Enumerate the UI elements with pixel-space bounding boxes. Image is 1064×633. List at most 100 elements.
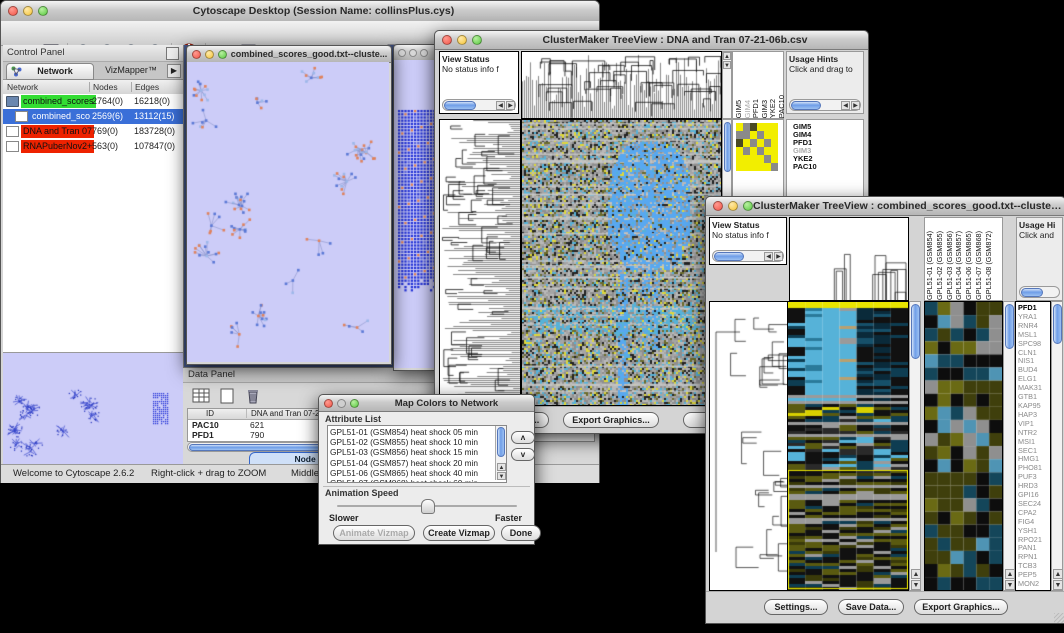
resize-grip[interactable] (1054, 613, 1064, 623)
col-network[interactable]: Network (7, 82, 38, 92)
scroll-down-arrow[interactable]: ▼ (723, 61, 731, 69)
minimize-button[interactable] (337, 399, 346, 408)
scroll-left-arrow[interactable]: ◀ (841, 101, 850, 110)
attribute-list-item[interactable]: GPL51-03 (GSM856) heat shock 15 min (330, 447, 504, 457)
id-column-header[interactable]: ID (206, 409, 214, 418)
zoom-heatmap[interactable] (736, 123, 778, 171)
heatmap-cell[interactable] (771, 155, 778, 163)
scroll-up-arrow[interactable]: ▲ (1005, 569, 1015, 579)
heatmap-column-label[interactable]: GPL51-01 (GSM854) (926, 231, 933, 300)
row-dendrogram-panel[interactable] (709, 301, 789, 591)
heatmap-column-label[interactable]: PFD1 (752, 99, 760, 118)
col-edges[interactable]: Edges (131, 82, 159, 92)
zoom-button[interactable] (350, 399, 359, 408)
scrollbar-thumb[interactable] (714, 252, 744, 261)
heatmap-column-label[interactable]: GPL51-04 (GSM857) (955, 231, 962, 300)
heatmap-cell[interactable] (736, 155, 743, 163)
col-nodes[interactable]: Nodes (89, 82, 118, 92)
heatmap-column-label[interactable]: GPL51-02 (GSM855) (936, 231, 943, 300)
scrollbar-thumb[interactable] (1005, 304, 1014, 349)
heatmap-column-label[interactable]: GPL51-08 (GSM872) (985, 231, 992, 300)
heatmap-cell[interactable] (736, 131, 743, 139)
save-data-button[interactable]: Save Data... (838, 599, 904, 615)
table-row[interactable]: DNA and Tran 07769(0)183728(0) (3, 124, 183, 139)
tab-overflow-arrow[interactable]: ▶ (167, 64, 181, 78)
heatmap-column-label[interactable]: GIM5 (735, 100, 743, 118)
dialog-titlebar[interactable]: Map Colors to Network (319, 395, 534, 412)
move-up-button[interactable]: ʌ (511, 431, 535, 444)
heatmap-cell[interactable] (750, 123, 757, 131)
heatmap-column-label[interactable]: GIM3 (761, 100, 769, 118)
scroll-down-arrow[interactable]: ▼ (1005, 580, 1015, 590)
heatmap-cell[interactable] (736, 139, 743, 147)
heatmap-cell[interactable] (743, 131, 750, 139)
heatmap-cell[interactable] (743, 139, 750, 147)
heatmap-cell[interactable] (764, 163, 771, 171)
scroll-up-arrow[interactable]: ▲ (1053, 569, 1063, 579)
create-vizmap-button[interactable]: Create Vizmap (423, 525, 495, 541)
global-heatmap-panel[interactable] (521, 119, 722, 406)
treeview1-titlebar[interactable]: ClusterMaker TreeView : DNA and Tran 07-… (435, 31, 868, 50)
heatmap-row-label[interactable]: PAC10 (793, 163, 817, 171)
heatmap-cell[interactable] (757, 163, 764, 171)
heatmap-cell[interactable] (743, 155, 750, 163)
scrollbar-thumb[interactable] (724, 122, 731, 172)
heatmap-column-label[interactable]: YKE2 (769, 99, 777, 118)
heatmap-column-label[interactable]: GIM4 (744, 100, 752, 118)
heatmap-column-label[interactable]: GPL51-03 (GSM856) (946, 231, 953, 300)
heatmap-cell[interactable] (771, 147, 778, 155)
usage-hscrollbar[interactable] (1019, 286, 1060, 298)
table-row[interactable]: RNAPuberNov2+563(0)107847(0) (3, 139, 183, 154)
heatmap-cell[interactable] (757, 123, 764, 131)
minimize-button[interactable] (728, 201, 738, 211)
list-vscrollbar[interactable]: ▲ ▼ (495, 426, 506, 480)
scrollbar-thumb[interactable] (1053, 304, 1062, 344)
global-heatmap-panel[interactable] (787, 301, 909, 591)
table-mode-icon[interactable] (191, 387, 211, 405)
status-hscrollbar[interactable]: ◀ ▶ (712, 250, 784, 262)
attribute-list-item[interactable]: GPL51-07 (GSM868) heat shock 60 min (330, 478, 504, 483)
heatmap-cell[interactable] (743, 123, 750, 131)
close-button[interactable] (442, 35, 452, 45)
heatmap-cell[interactable] (771, 123, 778, 131)
export-graphics-button[interactable]: Export Graphics... (914, 599, 1008, 615)
heatmap-cell[interactable] (750, 155, 757, 163)
scrollbar-thumb[interactable] (497, 427, 505, 457)
heatmap-cell[interactable] (771, 139, 778, 147)
done-button[interactable]: Done (501, 525, 541, 541)
scrollbar-thumb[interactable] (1021, 288, 1043, 297)
scroll-up-arrow[interactable]: ▲ (497, 463, 506, 471)
heatmap-cell[interactable] (757, 131, 764, 139)
heatmap-cell[interactable] (771, 131, 778, 139)
attribute-list-item[interactable]: GPL51-04 (GSM857) heat shock 20 min (330, 458, 504, 468)
minimize-button[interactable] (205, 50, 214, 59)
attribute-list-item[interactable]: GPL51-06 (GSM865) heat shock 40 min (330, 468, 504, 478)
heatmap-cell[interactable] (736, 163, 743, 171)
column-dendrogram-panel[interactable] (521, 51, 722, 119)
zoom-vscrollbar[interactable]: ▲ ▼ (1003, 301, 1015, 591)
labels-vscrollbar[interactable]: ▲ ▼ (1051, 301, 1063, 591)
main-titlebar[interactable]: Cytoscape Desktop (Session Name: collins… (1, 1, 599, 22)
heatmap-cell[interactable] (743, 147, 750, 155)
minimize-button[interactable] (457, 35, 467, 45)
minimize-button[interactable] (409, 49, 417, 57)
network1-view-canvas[interactable] (187, 62, 389, 362)
zoom-button[interactable] (218, 50, 227, 59)
scroll-left-arrow[interactable]: ◀ (496, 101, 505, 110)
heatmap-cell[interactable] (764, 139, 771, 147)
tab-network[interactable]: Network (6, 63, 94, 80)
animate-vizmap-button[interactable]: Animate Vizmap (333, 525, 415, 541)
tab-vizmapper[interactable]: VizMapper™ (94, 63, 168, 78)
zoom-button[interactable] (420, 49, 428, 57)
float-panel-icon[interactable] (166, 47, 179, 60)
heatmap-cell[interactable] (771, 163, 778, 171)
speed-slider-thumb[interactable] (421, 499, 435, 514)
network1-titlebar[interactable]: combined_scores_good.txt--cluste... (187, 46, 391, 63)
heatmap-column-label[interactable]: GPL51-07 (GSM868) (975, 231, 982, 300)
close-button[interactable] (8, 6, 18, 16)
scroll-up-arrow[interactable]: ▲ (723, 52, 731, 60)
scroll-right-arrow[interactable]: ▶ (506, 101, 515, 110)
minimize-button[interactable] (23, 6, 33, 16)
delete-attribute-icon[interactable] (243, 387, 263, 405)
settings-button[interactable]: Settings... (764, 599, 828, 615)
